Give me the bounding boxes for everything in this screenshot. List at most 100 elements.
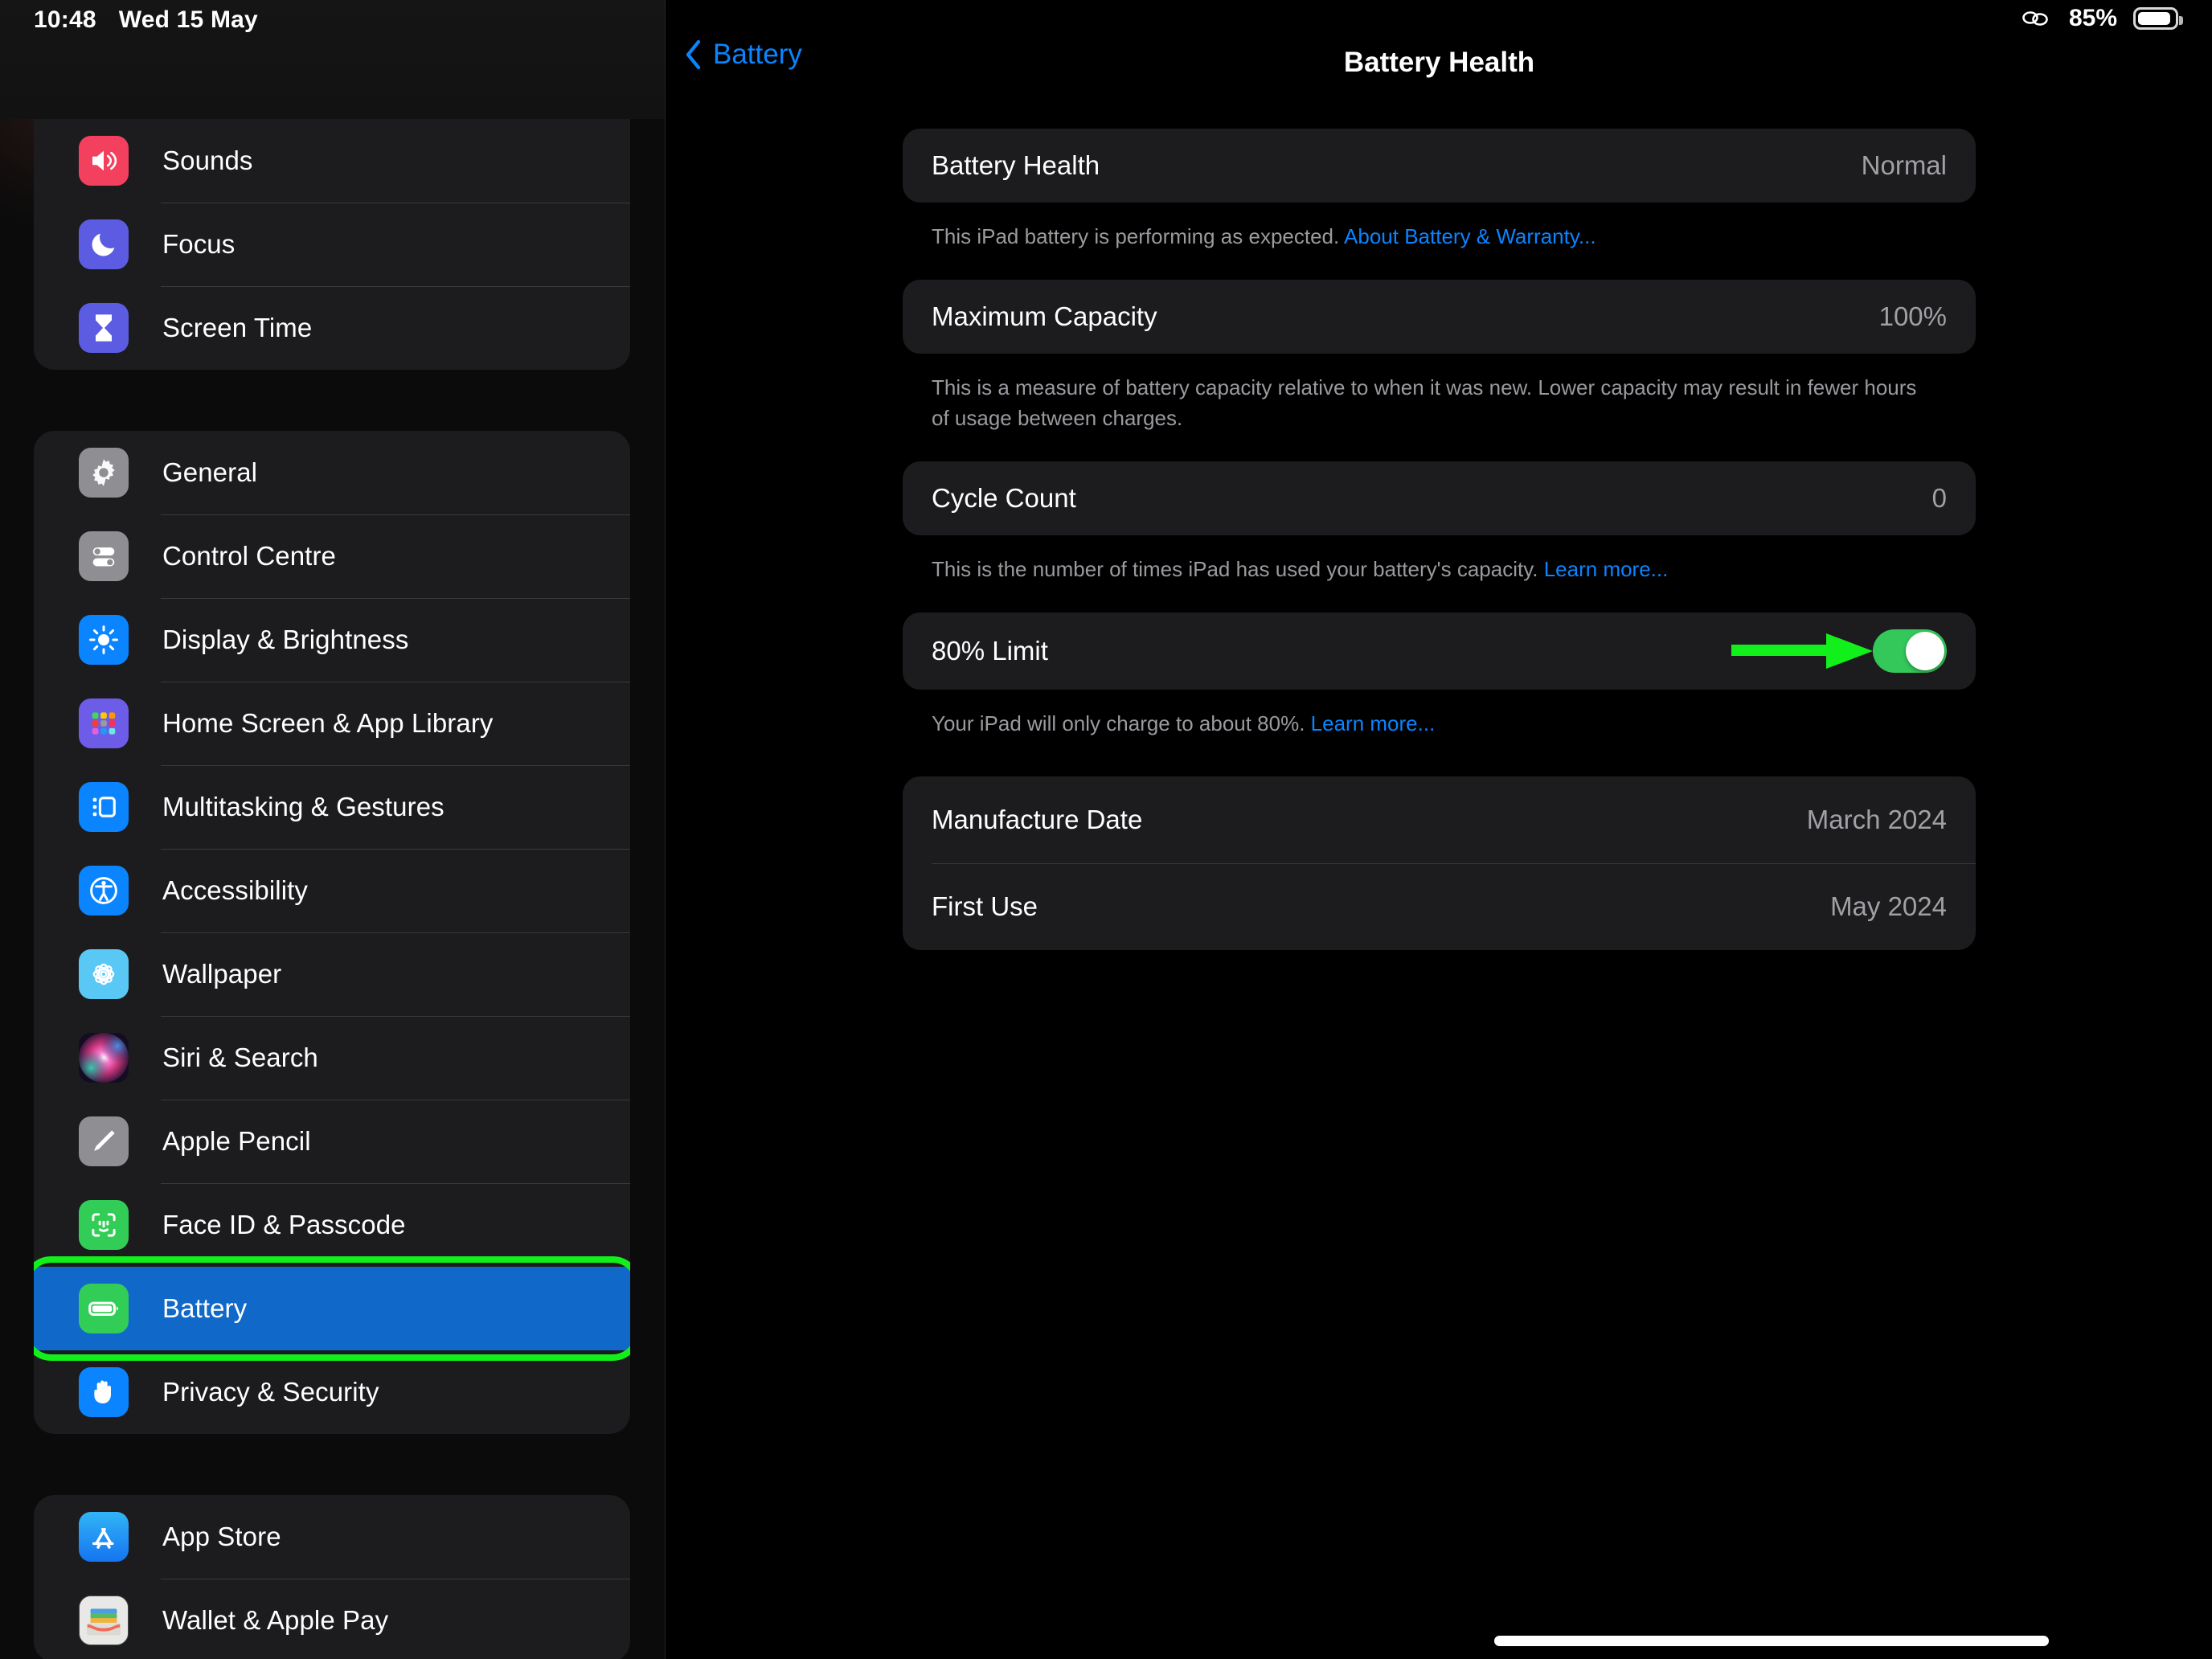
manufacture-date-row: Manufacture Date March 2024	[903, 776, 1976, 863]
pencil-icon	[79, 1116, 129, 1166]
speaker-waves-icon	[79, 136, 129, 186]
app-grid-icon	[79, 698, 129, 748]
settings-panel: Battery Health Normal This iPad battery …	[903, 129, 1976, 950]
cycle-count-row[interactable]: Cycle Count 0	[903, 461, 1976, 535]
status-time: 10:48	[34, 6, 96, 33]
sidebar-item-label: Home Screen & App Library	[162, 708, 494, 738]
multitasking-icon	[79, 782, 129, 832]
battery-health-card: Battery Health Normal	[903, 129, 1976, 203]
sidebar-item-label: Screen Time	[162, 313, 313, 342]
row-label: Battery Health	[932, 150, 1100, 180]
battery-health-footnote: This iPad battery is performing as expec…	[903, 203, 1956, 252]
sidebar-item-control-centre[interactable]: Control Centre	[34, 514, 630, 598]
sidebar-item-wallpaper[interactable]: Wallpaper	[34, 932, 630, 1016]
sidebar-item-label: App Store	[162, 1522, 281, 1551]
sidebar-item-face-id[interactable]: Face ID & Passcode	[34, 1183, 630, 1267]
sidebar-item-app-store[interactable]: App Store	[34, 1495, 630, 1579]
sidebar-scroll-area[interactable]: Sounds Focus Screen Time General Control…	[0, 119, 665, 1659]
brightness-sun-icon	[79, 615, 129, 665]
toggles-icon	[79, 531, 129, 581]
about-battery-warranty-link[interactable]: About Battery & Warranty...	[1344, 224, 1596, 248]
footnote-text: This is a measure of battery capacity re…	[932, 375, 1917, 430]
face-id-icon	[79, 1200, 129, 1250]
sidebar-item-label: Apple Pencil	[162, 1126, 311, 1156]
sidebar-item-label: Focus	[162, 229, 236, 259]
wallet-icon	[79, 1596, 129, 1645]
toggle-knob	[1906, 631, 1944, 670]
row-value: 100%	[1878, 301, 1947, 331]
sidebar-item-battery-wrapper: Battery	[34, 1256, 630, 1361]
footnote-text: This iPad battery is performing as expec…	[932, 224, 1345, 248]
sidebar-item-label: Privacy & Security	[162, 1377, 379, 1407]
handoff-link-icon	[2019, 5, 2053, 32]
home-indicator[interactable]	[1494, 1636, 2049, 1646]
charge-limit-card: 80% Limit	[903, 612, 1976, 690]
first-use-row: First Use May 2024	[903, 862, 1976, 950]
status-bar-left: 10:48 Wed 15 May	[34, 6, 258, 34]
hand-raised-icon	[79, 1367, 129, 1417]
battery-fill-level	[2138, 12, 2170, 25]
sidebar-item-label: Multitasking & Gestures	[162, 792, 444, 821]
sidebar-item-label: Display & Brightness	[162, 625, 409, 654]
sidebar-item-accessibility[interactable]: Accessibility	[34, 849, 630, 932]
sidebar-item-wallet-apple-pay[interactable]: Wallet & Apple Pay	[34, 1579, 630, 1659]
charge-limit-footnote: Your iPad will only charge to about 80%.…	[903, 690, 1956, 739]
green-right-arrow-annotation	[1731, 629, 1873, 674]
charge-limit-row[interactable]: 80% Limit	[903, 612, 1976, 690]
sidebar-item-focus[interactable]: Focus	[34, 203, 630, 286]
sidebar-item-siri-search[interactable]: Siri & Search	[34, 1016, 630, 1100]
row-label: First Use	[932, 891, 1038, 921]
gear-icon	[79, 448, 129, 498]
moon-icon	[79, 219, 129, 269]
sidebar-item-privacy-security[interactable]: Privacy & Security	[34, 1350, 630, 1434]
battery-icon	[79, 1284, 129, 1333]
battery-health-detail-pane: Battery Battery Health Battery Health No…	[666, 0, 2212, 1659]
battery-percentage: 85%	[2068, 5, 2117, 31]
row-value: May 2024	[1830, 891, 1947, 921]
sidebar-item-battery[interactable]: Battery	[34, 1267, 630, 1350]
sidebar-item-display-brightness[interactable]: Display & Brightness	[34, 598, 630, 682]
status-bar: 10:48 Wed 15 May 85%	[0, 0, 2212, 47]
row-label: Manufacture Date	[932, 804, 1143, 834]
learn-more-link[interactable]: Learn more...	[1544, 557, 1669, 581]
row-label: Cycle Count	[932, 482, 1076, 513]
row-value: 0	[1931, 482, 1947, 513]
sidebar-item-multitasking[interactable]: Multitasking & Gestures	[34, 765, 630, 849]
sidebar-item-screen-time[interactable]: Screen Time	[34, 286, 630, 370]
detail-content: Battery Health Normal This iPad battery …	[666, 129, 2212, 950]
battery-status-icon	[2133, 7, 2183, 30]
sidebar-item-label: Accessibility	[162, 875, 309, 905]
sidebar-item-label: Siri & Search	[162, 1043, 318, 1072]
sidebar-group-store: App Store Wallet & Apple Pay	[34, 1495, 630, 1659]
footnote-text: Your iPad will only charge to about 80%.	[932, 711, 1311, 735]
accessibility-person-icon	[79, 866, 129, 916]
sidebar-item-general[interactable]: General	[34, 431, 630, 514]
detail-title: Battery Health	[1343, 47, 1535, 78]
cycle-count-footnote: This is the number of times iPad has use…	[903, 535, 1956, 585]
sidebar-item-label: Wallet & Apple Pay	[162, 1605, 389, 1635]
maximum-capacity-row[interactable]: Maximum Capacity 100%	[903, 280, 1976, 354]
app-store-icon	[79, 1512, 129, 1562]
charge-limit-toggle[interactable]	[1873, 629, 1947, 673]
settings-sidebar: Sounds Focus Screen Time General Control…	[0, 0, 666, 1659]
sidebar-group-general: General Control Centre Display & Brightn…	[34, 431, 630, 1434]
hourglass-icon	[79, 303, 129, 353]
cycle-count-card: Cycle Count 0	[903, 461, 1976, 535]
sidebar-item-label: Control Centre	[162, 541, 336, 571]
row-value: March 2024	[1806, 804, 1947, 834]
row-label: Maximum Capacity	[932, 301, 1157, 331]
siri-orb-icon	[79, 1033, 129, 1083]
sidebar-item-apple-pencil[interactable]: Apple Pencil	[34, 1100, 630, 1183]
learn-more-link[interactable]: Learn more...	[1311, 711, 1436, 735]
sidebar-item-sounds[interactable]: Sounds	[34, 119, 630, 203]
battery-dates-card: Manufacture Date March 2024 First Use Ma…	[903, 776, 1976, 950]
battery-health-row[interactable]: Battery Health Normal	[903, 129, 1976, 203]
sidebar-item-label: Battery	[162, 1293, 248, 1323]
sidebar-item-home-screen[interactable]: Home Screen & App Library	[34, 682, 630, 765]
